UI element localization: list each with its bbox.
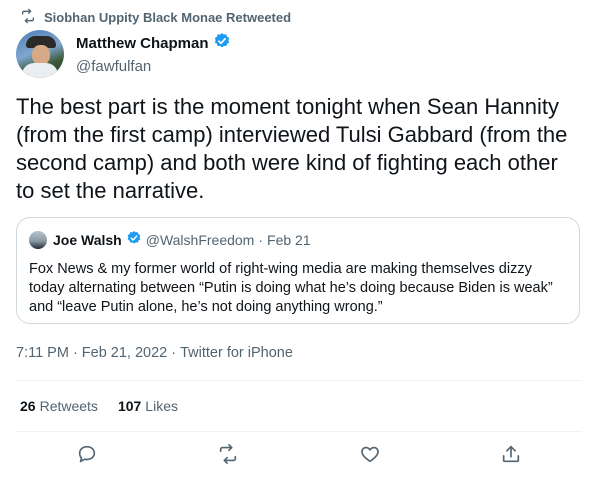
retweet-banner[interactable]: Siobhan Uppity Black Monae Retweeted (20, 8, 291, 26)
retweets-count: 26 (20, 398, 36, 414)
quoted-tweet-header: Joe Walsh @WalshFreedom · Feb 21 (29, 230, 311, 249)
author-display-name[interactable]: Matthew Chapman (76, 35, 209, 52)
divider (16, 431, 582, 432)
author-handle[interactable]: @fawfulfan (76, 58, 231, 75)
retweet-icon (217, 443, 239, 470)
quoted-avatar (29, 230, 47, 249)
tweet-stats: 26 Retweets 107 Likes (20, 398, 178, 414)
tweet-time[interactable]: 7:11 PM (16, 345, 69, 361)
verified-badge-icon (213, 32, 231, 55)
retweets-label: Retweets (39, 398, 98, 414)
meta-separator: · (72, 345, 78, 361)
retweet-banner-text: Siobhan Uppity Black Monae Retweeted (44, 9, 292, 25)
author-names: Matthew Chapman @fawfulfan (76, 32, 231, 75)
tweet-author: Matthew Chapman @fawfulfan (16, 30, 231, 78)
reply-icon (76, 443, 98, 470)
share-icon (500, 443, 522, 470)
quoted-handle: @WalshFreedom (145, 231, 255, 248)
meta-separator: · (171, 345, 177, 361)
avatar[interactable] (16, 30, 64, 78)
retweets-stat[interactable]: 26 Retweets (20, 398, 98, 414)
tweet-source[interactable]: Twitter for iPhone (180, 345, 293, 361)
divider (16, 380, 582, 381)
likes-stat[interactable]: 107 Likes (118, 398, 178, 414)
like-button[interactable] (358, 444, 382, 468)
quoted-verified-badge-icon (122, 230, 146, 249)
quoted-tweet[interactable]: Joe Walsh @WalshFreedom · Feb 21 Fox New… (16, 217, 580, 324)
reply-button[interactable] (75, 444, 99, 468)
quoted-separator: · (258, 231, 264, 248)
tweet-date[interactable]: Feb 21, 2022 (82, 345, 167, 361)
share-button[interactable] (499, 444, 523, 468)
like-icon (359, 443, 381, 470)
likes-label: Likes (145, 398, 178, 414)
quoted-date: Feb 21 (267, 231, 311, 248)
quoted-tweet-text: Fox News & my former world of right-wing… (29, 261, 553, 315)
tweet-text: The best part is the moment tonight when… (16, 94, 568, 203)
tweet-meta: 7:11 PM · Feb 21, 2022 · Twitter for iPh… (16, 345, 293, 361)
retweet-icon (20, 8, 36, 27)
retweet-button[interactable] (216, 443, 240, 470)
quoted-display-name: Joe Walsh (53, 231, 122, 248)
likes-count: 107 (117, 398, 142, 414)
action-bar (16, 443, 582, 469)
